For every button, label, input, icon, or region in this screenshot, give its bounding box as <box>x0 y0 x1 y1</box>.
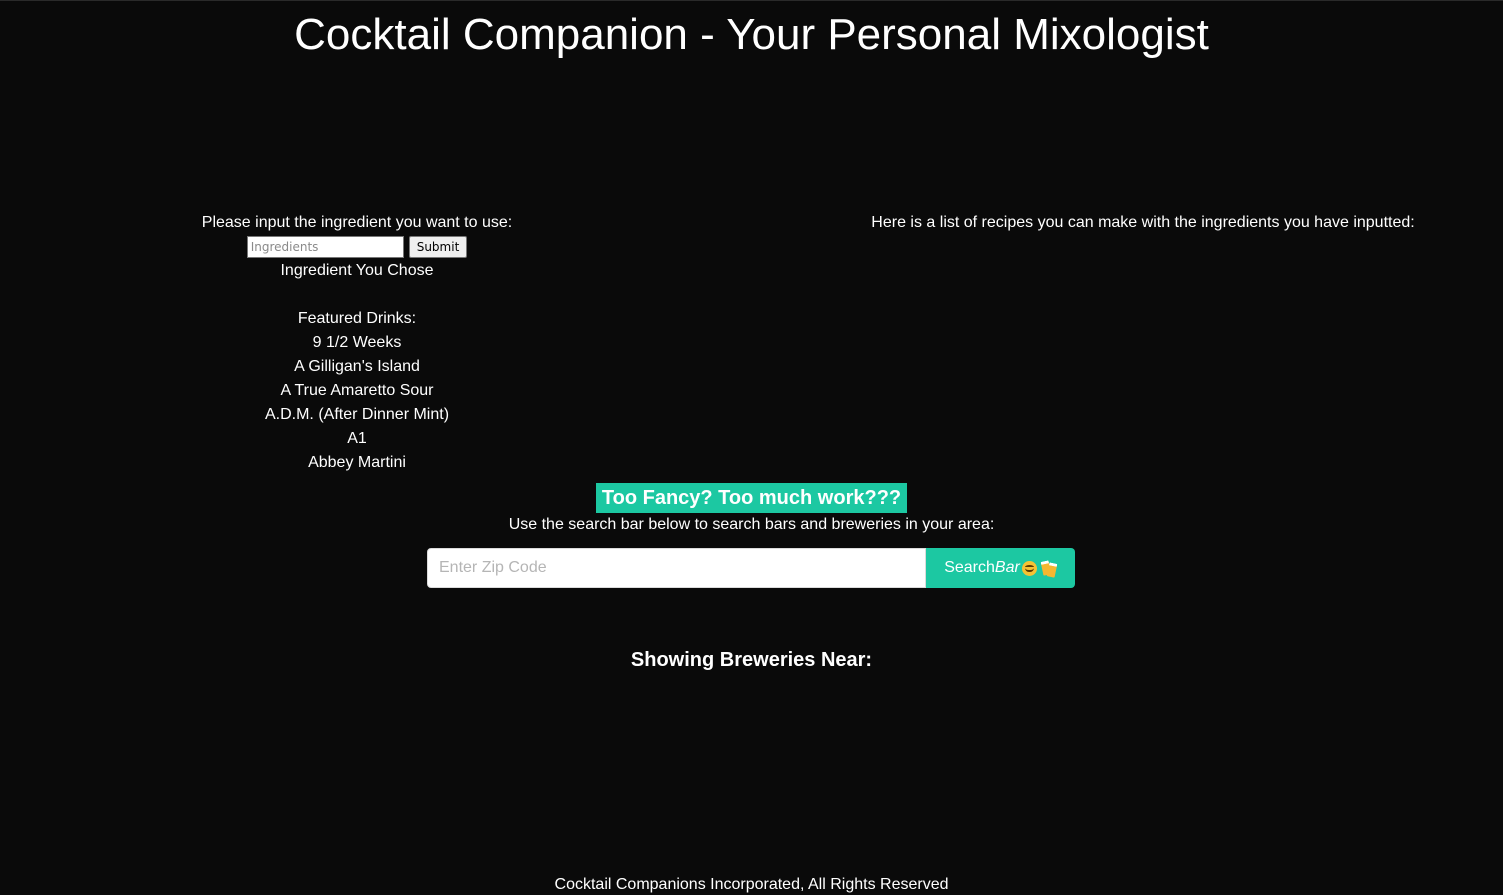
ingredient-form: Submit <box>157 235 557 259</box>
submit-button[interactable]: Submit <box>408 236 468 258</box>
breweries-heading: Showing Breweries Near: <box>630 649 873 671</box>
featured-drink-item: A.D.M. (After Dinner Mint) <box>264 406 450 423</box>
featured-drink-item: A1 <box>347 430 367 447</box>
page: Cocktail Companion - Your Personal Mixol… <box>0 0 1503 895</box>
recipes-panel: Here is a list of recipes you can make w… <box>843 211 1443 235</box>
footer: Cocktail Companions Incorporated, All Ri… <box>554 876 949 893</box>
featured-drink-item: A True Amaretto Sour <box>280 382 434 399</box>
fancy-banner-wrap: Too Fancy? Too much work??? <box>0 483 1503 513</box>
chosen-ingredient-label: Ingredient You Chose <box>280 262 434 279</box>
ingredient-prompt: Please input the ingredient you want to … <box>201 214 513 231</box>
zip-code-input[interactable] <box>427 548 926 588</box>
clinking-beer-mugs-icon <box>1040 560 1058 578</box>
search-button-label: Search <box>944 559 995 576</box>
ingredient-panel: Please input the ingredient you want to … <box>157 211 557 475</box>
zip-search-bar: SearchBar <box>427 548 1075 589</box>
page-title: Cocktail Companion - Your Personal Mixol… <box>294 10 1209 59</box>
recipes-heading: Here is a list of recipes you can make w… <box>871 214 1415 231</box>
bar-search-instructions: Use the search bar below to search bars … <box>508 516 995 533</box>
featured-drinks-heading: Featured Drinks: <box>297 310 417 327</box>
ingredient-input[interactable] <box>246 236 404 258</box>
search-button-label-italic: Bar <box>994 559 1020 576</box>
featured-drinks-list: 9 1/2 Weeks A Gilligan's Island A True A… <box>157 331 557 475</box>
smiling-face-icon <box>1021 560 1037 576</box>
featured-drink-item: 9 1/2 Weeks <box>312 334 402 351</box>
featured-drink-item: A Gilligan's Island <box>294 358 420 375</box>
search-bar-button[interactable]: Search Bar <box>926 548 1075 588</box>
too-fancy-banner: Too Fancy? Too much work??? <box>595 483 908 513</box>
featured-drink-item: Abbey Martini <box>308 454 406 471</box>
